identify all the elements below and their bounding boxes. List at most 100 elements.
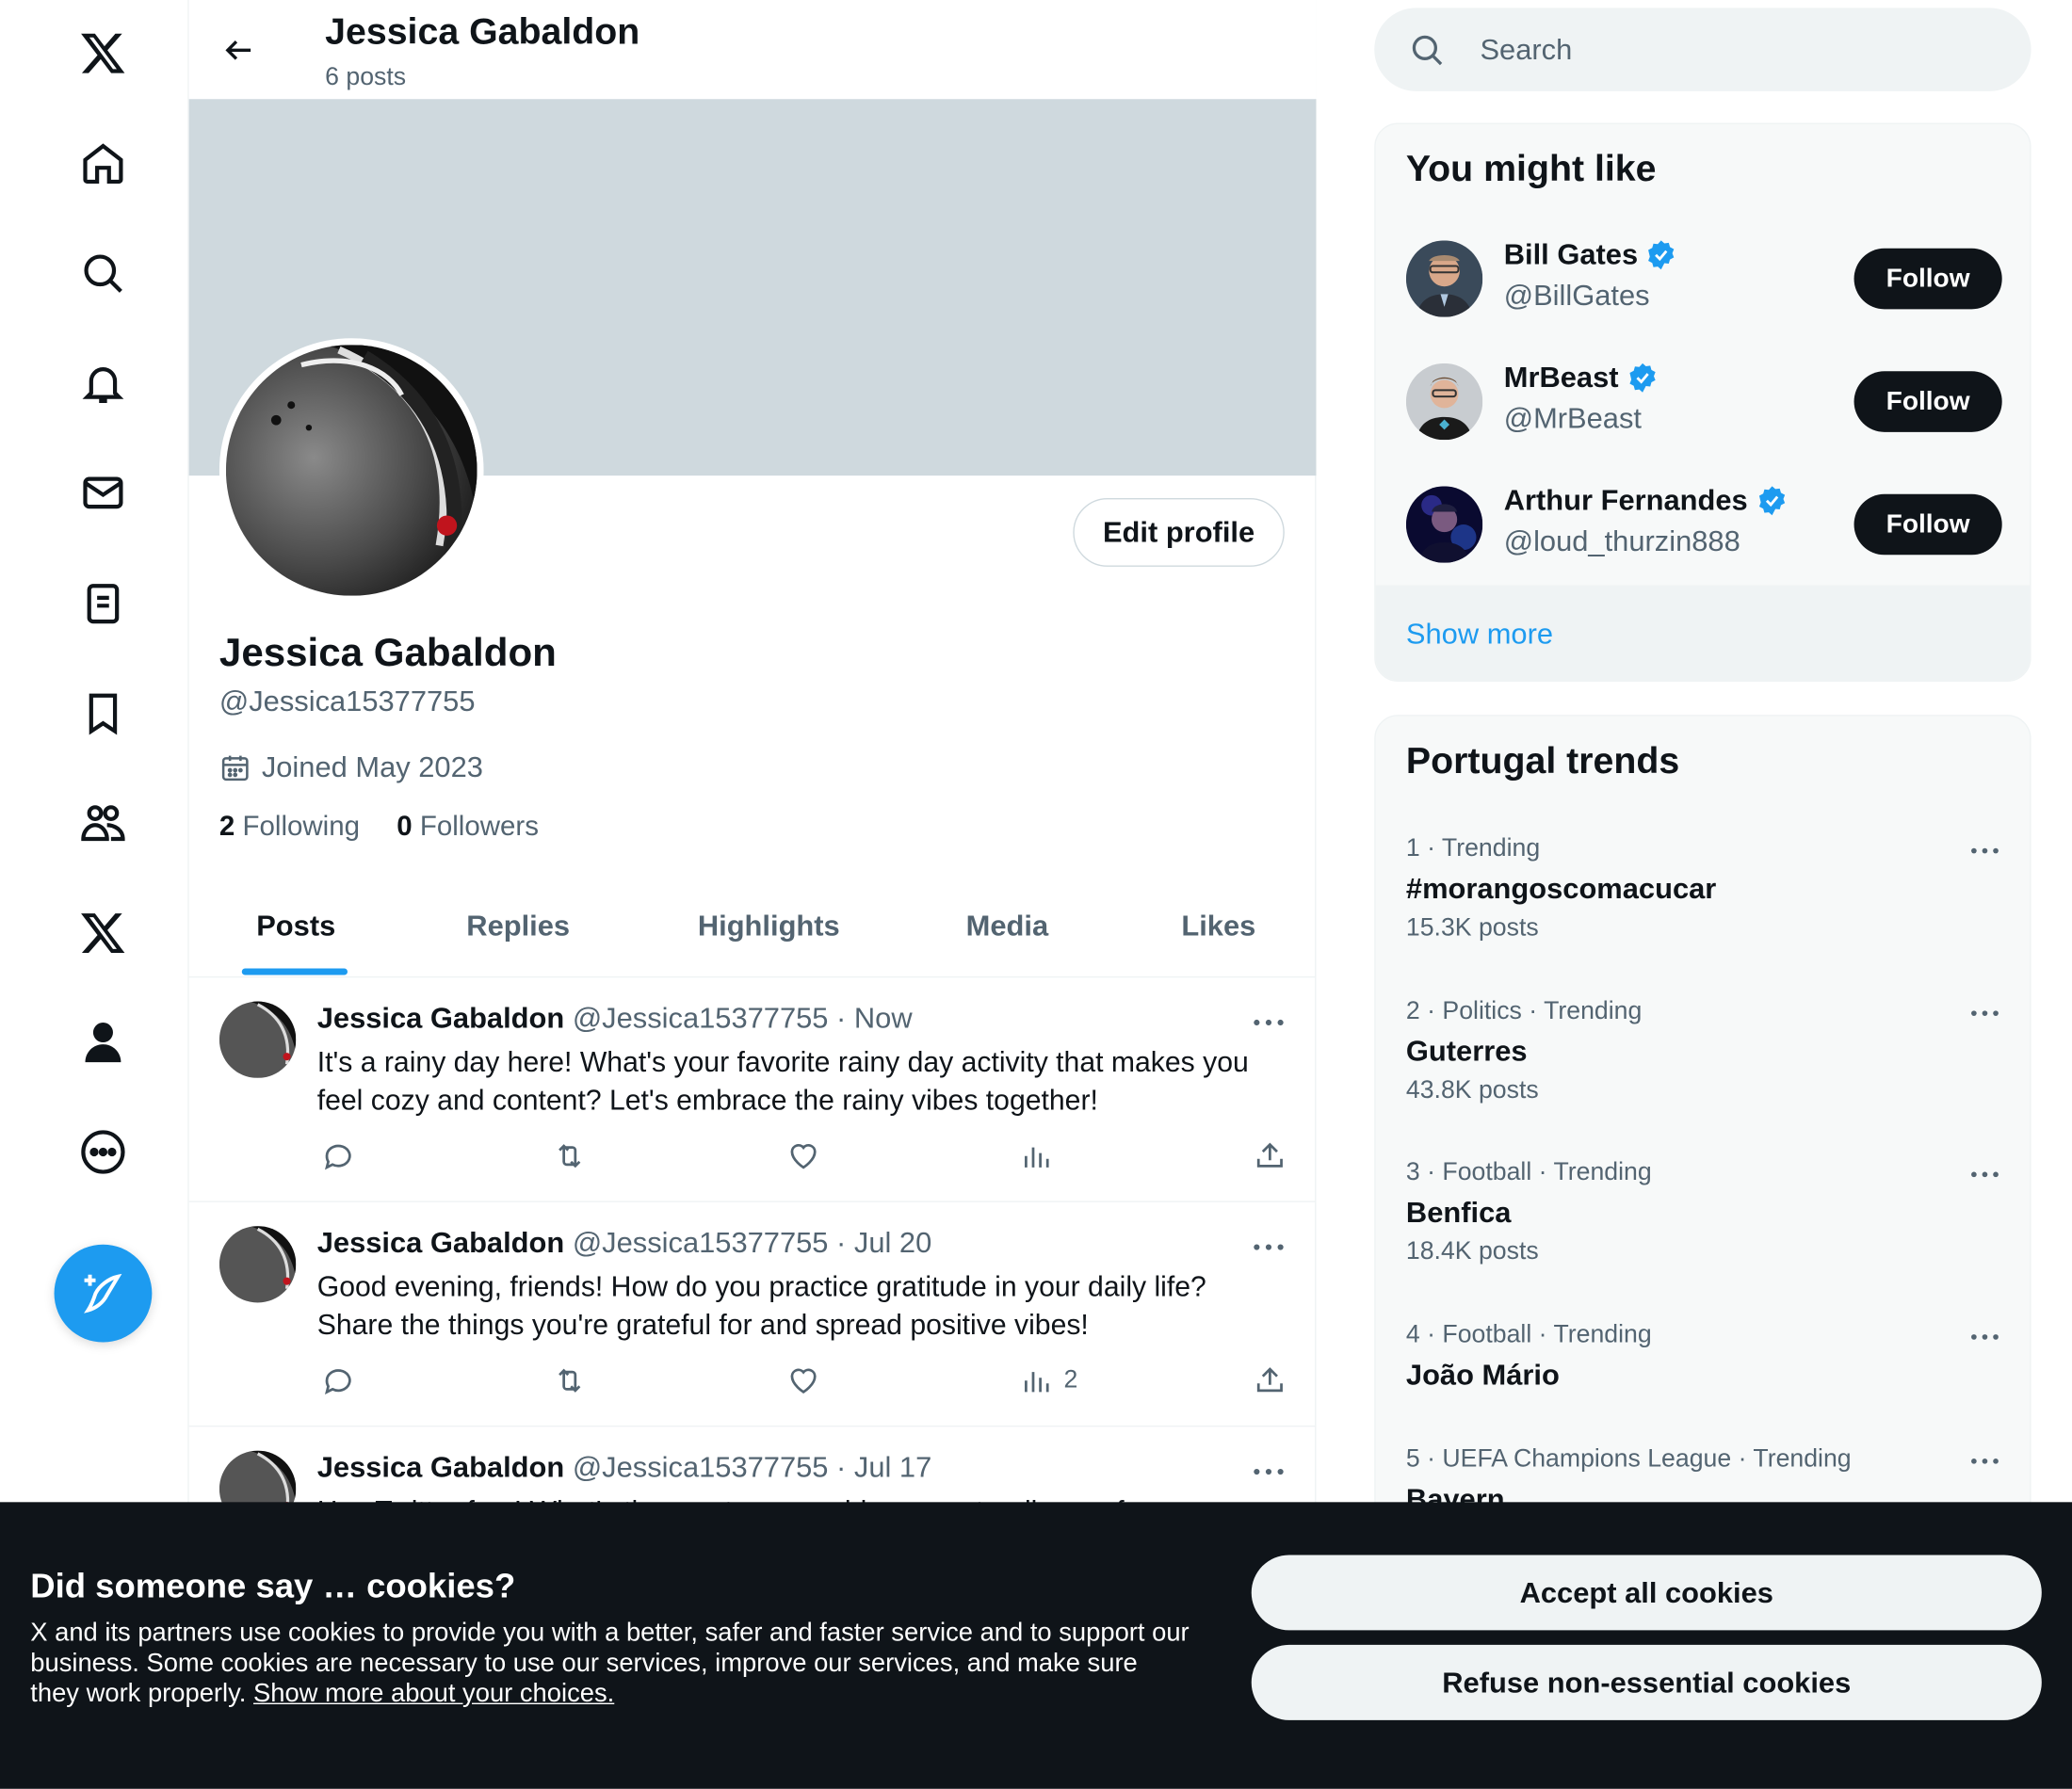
premium-icon[interactable] <box>70 900 136 966</box>
post-meta: @Jessica15377755 · Jul 17 <box>572 1450 932 1484</box>
post-author[interactable]: Jessica Gabaldon <box>317 1451 565 1484</box>
profile-handle: @Jessica15377755 <box>219 684 476 717</box>
x-logo-icon[interactable] <box>70 20 136 86</box>
more-icon[interactable] <box>70 1119 136 1185</box>
trend-item[interactable]: 2 · Politics · Trending Guterres 43.8K p… <box>1376 997 2031 1142</box>
avatar[interactable] <box>1405 363 1483 441</box>
profile-icon[interactable] <box>70 1009 136 1075</box>
notifications-icon[interactable] <box>70 350 136 416</box>
show-more-link[interactable]: Show more <box>1375 585 2031 681</box>
search-input[interactable] <box>1480 23 1996 76</box>
following-link[interactable]: 2 Following <box>219 812 360 844</box>
lists-icon[interactable] <box>70 571 136 637</box>
trend-item[interactable]: 3 · Football · Trending Benfica 18.4K po… <box>1376 1158 2031 1304</box>
post-header: Jessica Gabaldon @Jessica15377755 · Jul … <box>317 1451 932 1485</box>
trend-meta: 3 · Football · Trending <box>1405 1158 1652 1186</box>
views-icon[interactable] <box>1019 1138 1064 1172</box>
post-meta: @Jessica15377755 · Now <box>572 1001 913 1035</box>
bookmarks-icon[interactable] <box>70 681 136 747</box>
cookie-banner: Did someone say … cookies? X and its par… <box>0 1502 2072 1789</box>
post-author[interactable]: Jessica Gabaldon <box>317 1002 565 1035</box>
cookie-more-link[interactable]: Show more about your choices. <box>253 1679 614 1708</box>
follow-button[interactable]: Follow <box>1853 248 2002 310</box>
suggestion-name-text: MrBeast <box>1503 361 1619 395</box>
messages-icon[interactable] <box>70 459 136 525</box>
suggestion-name-text: Bill Gates <box>1503 237 1639 271</box>
who-to-follow-title: You might like <box>1405 148 1657 189</box>
trend-name: João Mário <box>1405 1358 1560 1392</box>
trend-name: #morangoscomacucar <box>1405 872 1717 906</box>
trend-meta: 4 · Football · Trending <box>1405 1321 1652 1349</box>
more-options-icon[interactable] <box>1249 1232 1288 1264</box>
post-meta: @Jessica15377755 · Jul 20 <box>572 1226 932 1260</box>
suggestion-handle: @BillGates <box>1503 279 1650 313</box>
compose-button[interactable] <box>54 1244 153 1343</box>
share-icon[interactable] <box>1253 1363 1287 1397</box>
show-more-text: Show more <box>1405 617 1554 651</box>
joined-text: Joined May 2023 <box>261 749 483 784</box>
communities-icon[interactable] <box>70 790 136 856</box>
trend-name: Benfica <box>1405 1195 1512 1229</box>
refuse-cookies-button[interactable]: Refuse non-essential cookies <box>1251 1644 2042 1720</box>
post-author[interactable]: Jessica Gabaldon <box>317 1226 565 1259</box>
trend-item[interactable]: 1 · Trending #morangoscomacucar 15.3K po… <box>1376 834 2031 980</box>
like-icon[interactable] <box>786 1138 820 1172</box>
verified-badge-icon <box>1758 486 1785 516</box>
more-options-icon[interactable] <box>1965 1321 2004 1353</box>
more-options-icon[interactable] <box>1965 1159 2004 1191</box>
trend-meta: 5 · UEFA Champions League · Trending <box>1405 1444 1852 1474</box>
accept-cookies-button[interactable]: Accept all cookies <box>1251 1555 2042 1631</box>
post-avatar[interactable] <box>219 1001 297 1078</box>
suggestion-item[interactable]: MrBeast @MrBeast Follow <box>1376 353 2031 475</box>
reply-icon[interactable] <box>321 1363 355 1397</box>
more-options-icon[interactable] <box>1965 1445 2004 1477</box>
home-icon[interactable] <box>70 131 136 197</box>
who-to-follow-card: You might like Bill Gates @BillGates Fol… <box>1374 122 2032 682</box>
tab-highlights[interactable]: Highlights <box>698 909 840 943</box>
avatar[interactable] <box>1405 486 1483 563</box>
suggestion-name: Bill Gates <box>1504 238 1677 272</box>
suggestion-name-text: Arthur Fernandes <box>1503 483 1748 517</box>
profile-avatar[interactable] <box>219 338 484 603</box>
edit-profile-button[interactable]: Edit profile <box>1073 497 1285 567</box>
search-bar[interactable] <box>1374 8 2032 91</box>
trend-posts: 15.3K posts <box>1405 913 1539 943</box>
profile-tabs: Posts Replies Highlights Media Likes <box>188 888 1317 978</box>
trends-title: Portugal trends <box>1405 739 1680 782</box>
suggestion-item[interactable]: Bill Gates @BillGates Follow <box>1376 230 2031 352</box>
avatar[interactable] <box>1405 240 1483 317</box>
tab-posts[interactable]: Posts <box>256 909 335 943</box>
views-count: 2 <box>1063 1365 1078 1394</box>
trend-posts: 18.4K posts <box>1405 1237 1539 1266</box>
more-options-icon[interactable] <box>1965 835 2004 867</box>
reply-icon[interactable] <box>321 1138 355 1172</box>
tab-replies[interactable]: Replies <box>466 909 570 943</box>
repost-icon[interactable] <box>552 1363 586 1397</box>
more-options-icon[interactable] <box>1965 997 2004 1029</box>
post-avatar[interactable] <box>219 1226 297 1303</box>
calendar-icon <box>221 755 249 782</box>
profile-header: Jessica Gabaldon 6 posts <box>188 0 1317 100</box>
explore-icon[interactable] <box>70 240 136 306</box>
post-item[interactable]: Jessica Gabaldon @Jessica15377755 · Jul … <box>188 1202 1317 1427</box>
suggestion-name: Arthur Fernandes <box>1504 484 1788 518</box>
tab-media[interactable]: Media <box>966 909 1048 943</box>
verified-badge-icon <box>1648 240 1675 270</box>
trend-meta: 2 · Politics · Trending <box>1405 997 1643 1025</box>
followers-link[interactable]: 0 Followers <box>397 812 539 844</box>
follow-button[interactable]: Follow <box>1853 493 2002 556</box>
back-button[interactable] <box>216 26 264 74</box>
post-item[interactable]: Jessica Gabaldon @Jessica15377755 · Now … <box>188 977 1317 1202</box>
follow-button[interactable]: Follow <box>1853 371 2002 432</box>
repost-icon[interactable] <box>552 1138 586 1172</box>
post-actions: 2 <box>317 1363 1295 1403</box>
trend-meta: 1 · Trending <box>1405 834 1541 863</box>
more-options-icon[interactable] <box>1249 1456 1288 1488</box>
share-icon[interactable] <box>1253 1138 1287 1172</box>
trend-item[interactable]: 4 · Football · Trending João Mário <box>1376 1321 2031 1440</box>
more-options-icon[interactable] <box>1249 1007 1288 1039</box>
suggestion-item[interactable]: Arthur Fernandes @loud_thurzin888 Follow <box>1376 475 2031 598</box>
like-icon[interactable] <box>786 1363 820 1397</box>
tab-likes[interactable]: Likes <box>1181 909 1255 943</box>
views-icon[interactable]: 2 <box>1019 1363 1078 1397</box>
